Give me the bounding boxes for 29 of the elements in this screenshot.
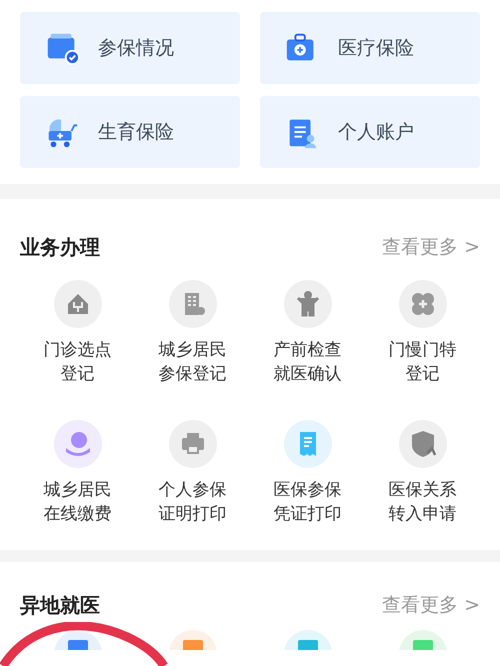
service-label[interactable]: 个人参保证明打印 [156, 478, 228, 526]
service-icon[interactable] [54, 630, 102, 650]
service-card[interactable]: 医疗保险 [260, 12, 480, 84]
service-card[interactable]: 个人账户 [260, 96, 480, 168]
service-label[interactable]: 城乡居民在线缴费 [42, 478, 114, 526]
service-label[interactable]: 医保关系转入申请 [386, 478, 458, 526]
service-label[interactable]: 门慢门特登记 [386, 338, 458, 386]
service-label[interactable]: 城乡居民参保登记 [156, 338, 228, 386]
service-label[interactable]: 门诊选点登记 [42, 338, 114, 386]
service-icon[interactable] [398, 280, 446, 328]
service-label[interactable]: 医保参保凭证打印 [272, 478, 344, 526]
card-label: 个人账户 [338, 120, 414, 145]
card-label: 参保情况 [98, 36, 174, 61]
card-label: 医疗保险 [338, 36, 414, 61]
service-label[interactable]: 产前检查就医确认 [272, 338, 344, 386]
card-label: 生育保险 [98, 120, 174, 145]
section-title: 异地就医 [20, 592, 100, 619]
service-icon[interactable] [168, 630, 216, 650]
service-card[interactable]: 参保情况 [20, 12, 240, 84]
service-icon[interactable] [168, 420, 216, 468]
service-icon[interactable] [398, 420, 446, 468]
service-icon[interactable] [284, 280, 332, 328]
section-title: 业务办理 [20, 234, 100, 261]
service-icon[interactable] [284, 420, 332, 468]
service-icon[interactable] [54, 280, 102, 328]
service-icon[interactable] [54, 420, 102, 468]
service-icon[interactable] [284, 630, 332, 650]
service-card[interactable]: 生育保险 [20, 96, 240, 168]
service-icon[interactable] [168, 280, 216, 328]
